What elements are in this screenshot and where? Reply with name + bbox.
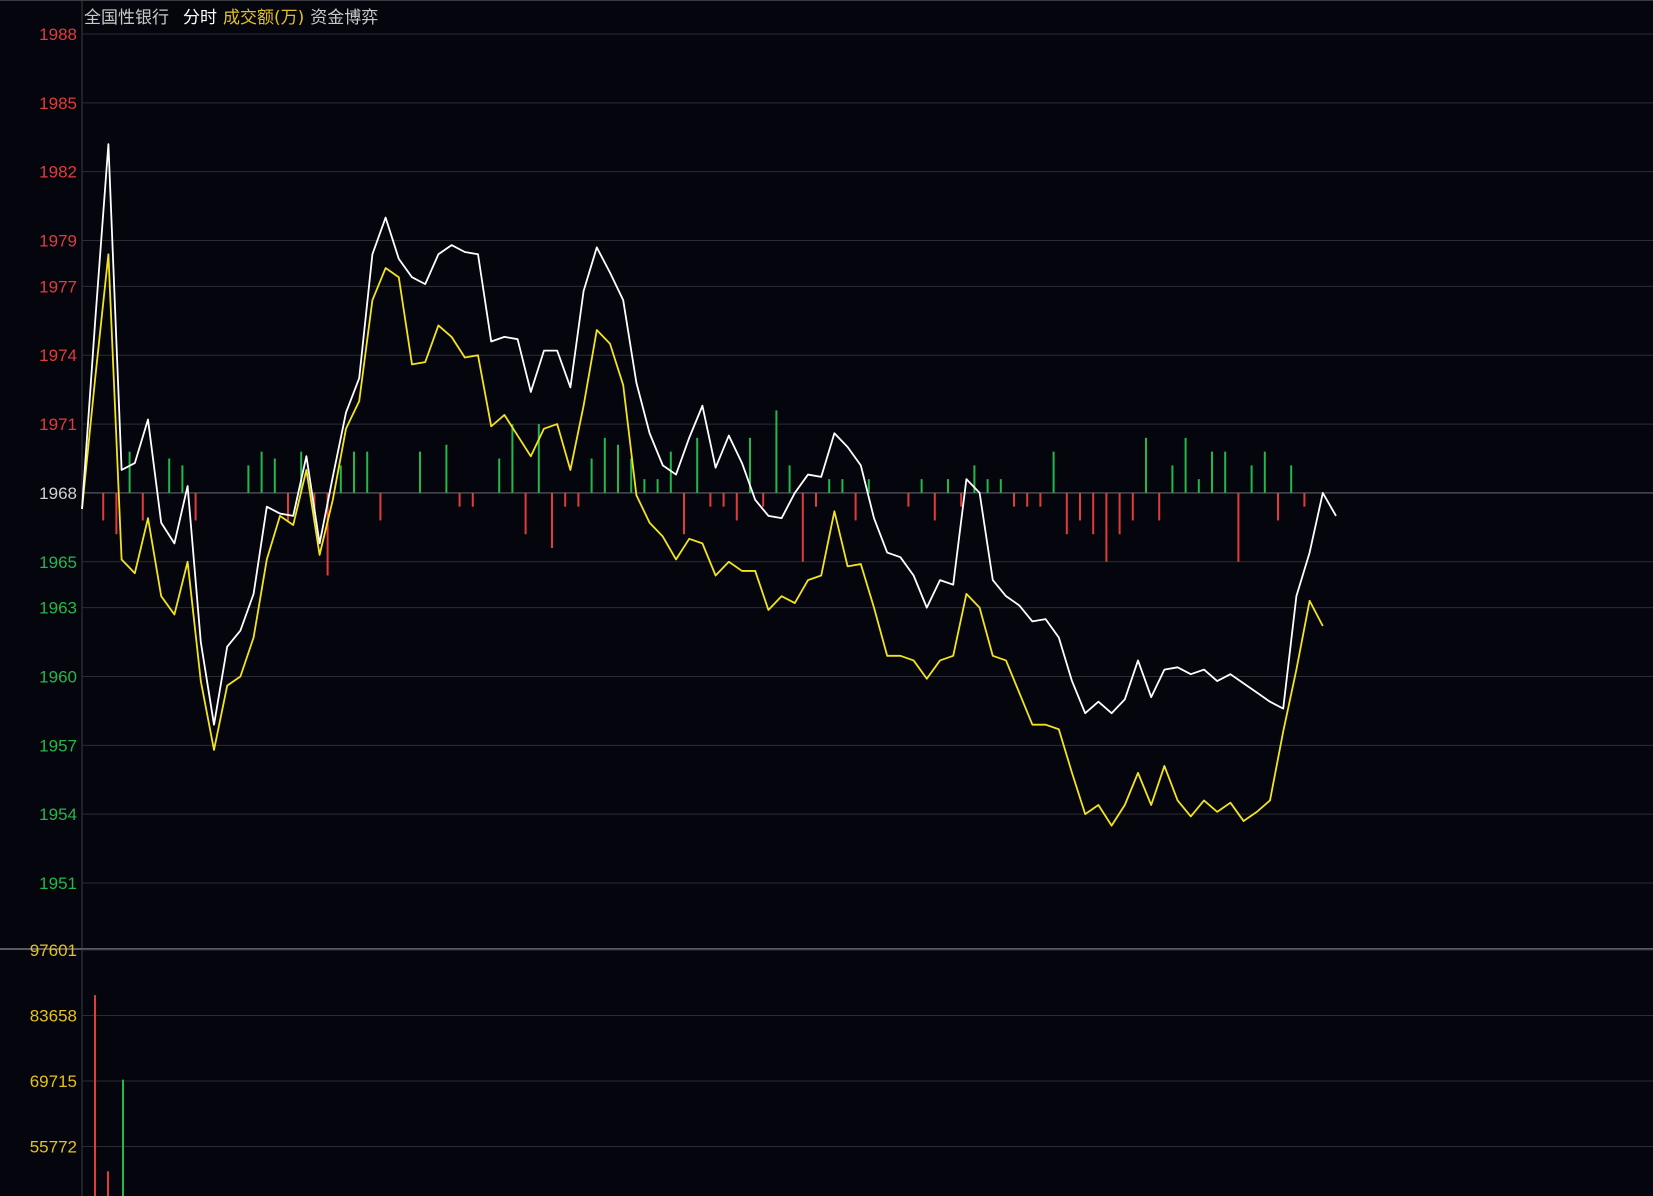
volume-axis-label: 83658 <box>30 1007 77 1026</box>
price-axis-label: 1963 <box>39 599 77 618</box>
intraday-chart[interactable]: 1988 1985 1982 1979 1977 1974 1971 1968 1965 1963… <box>0 0 1653 1196</box>
average-price-line <box>81 253 1324 827</box>
price-axis-label: 1960 <box>39 667 77 686</box>
price-axis-label: 1982 <box>39 163 77 182</box>
price-axis-label: 1988 <box>39 25 77 44</box>
price-line <box>81 143 1337 726</box>
price-axis-label: 1957 <box>39 736 77 755</box>
price-axis-label: 1965 <box>39 553 77 572</box>
price-axis-label: 1979 <box>39 232 77 251</box>
price-axis-label: 1968 <box>39 484 77 503</box>
volume-axis-label: 69715 <box>30 1072 77 1091</box>
volume-axis-label: 97601 <box>30 941 77 960</box>
volume-axis-label: 55772 <box>30 1138 77 1157</box>
price-axis-label: 1974 <box>39 346 77 365</box>
price-axis-label: 1985 <box>39 94 77 113</box>
price-axis-label: 1971 <box>39 415 77 434</box>
price-axis-label: 1977 <box>39 277 77 296</box>
price-axis-label: 1951 <box>39 874 77 893</box>
price-axis-label: 1954 <box>39 805 77 824</box>
